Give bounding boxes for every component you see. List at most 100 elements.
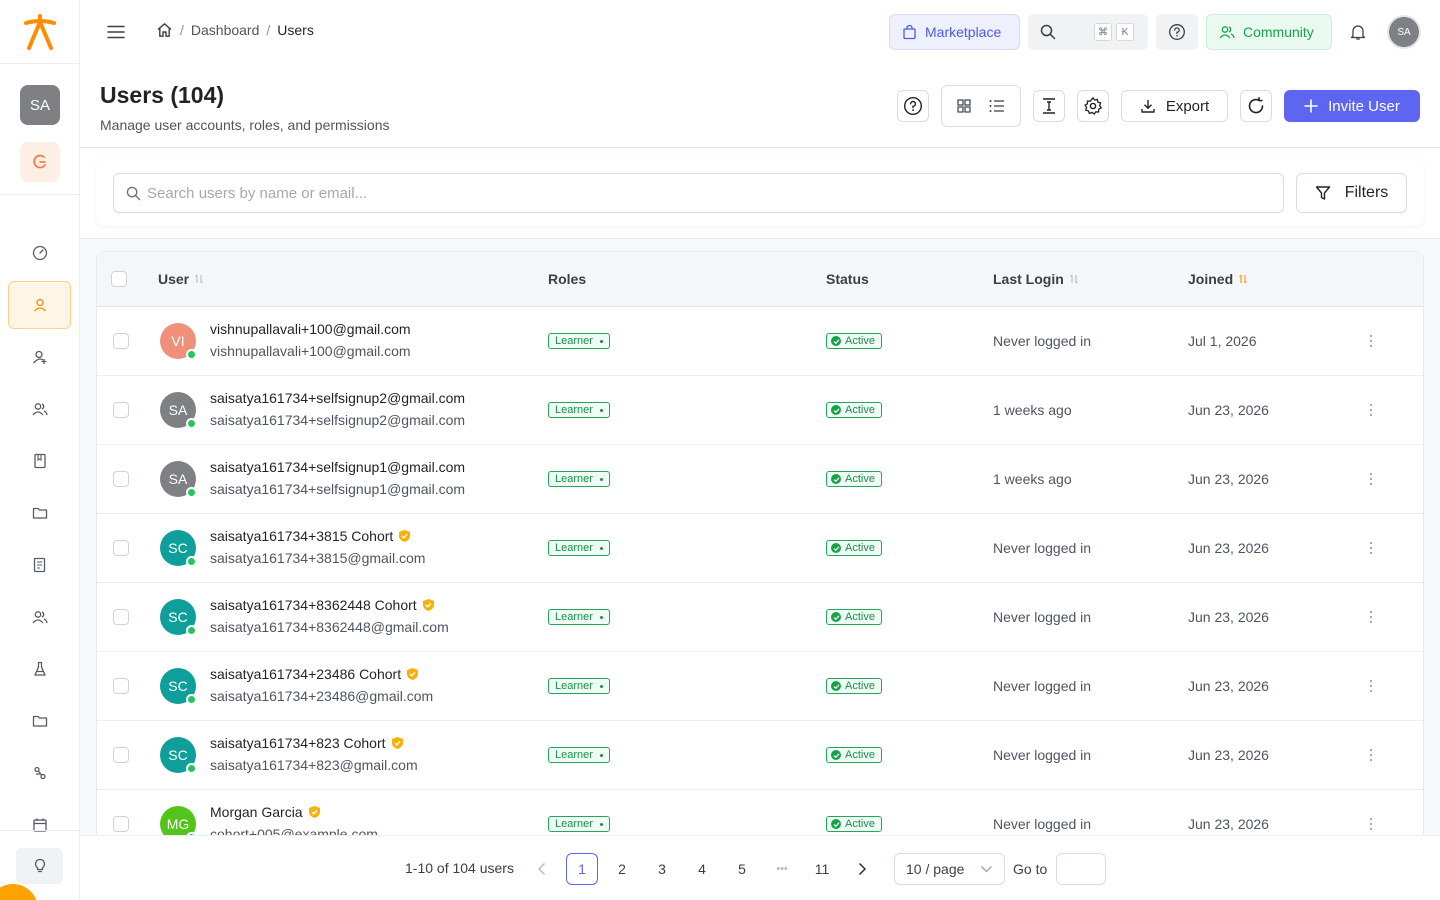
- sidebar-item-integrations[interactable]: [8, 749, 71, 797]
- row-actions-button[interactable]: [1363, 331, 1379, 351]
- sidebar-item-courses[interactable]: [8, 437, 71, 485]
- row-checkbox[interactable]: [113, 540, 129, 556]
- marketplace-button[interactable]: Marketplace: [889, 14, 1020, 50]
- online-indicator: [186, 487, 197, 498]
- invite-user-button[interactable]: Invite User: [1284, 90, 1420, 122]
- row-checkbox[interactable]: [113, 816, 129, 832]
- role-badge[interactable]: Learner: [548, 747, 610, 763]
- sidebar-item-labs[interactable]: [8, 645, 71, 693]
- settings-button[interactable]: [1077, 90, 1109, 122]
- user-name[interactable]: saisatya161734+23486 Cohort: [210, 666, 419, 682]
- sidebar-item-add-user[interactable]: [8, 333, 71, 381]
- row-actions-button[interactable]: [1363, 676, 1379, 696]
- column-joined[interactable]: Joined: [1188, 271, 1248, 287]
- user-name[interactable]: Morgan Garcia: [210, 804, 321, 820]
- role-badge[interactable]: Learner: [548, 402, 610, 418]
- row-checkbox[interactable]: [113, 747, 129, 763]
- sidebar-item-users[interactable]: [8, 281, 71, 329]
- verified-badge-icon: [399, 530, 411, 542]
- column-height-button[interactable]: [1033, 90, 1065, 122]
- row-actions-button[interactable]: [1363, 814, 1379, 834]
- page-ellipsis-button[interactable]: •••: [766, 853, 798, 885]
- global-search-button[interactable]: ⌘ K: [1028, 14, 1148, 50]
- sidebar-item-groups[interactable]: [8, 385, 71, 433]
- book-icon: [33, 453, 46, 469]
- user-name[interactable]: saisatya161734+8362448 Cohort: [210, 597, 435, 613]
- row-checkbox[interactable]: [113, 609, 129, 625]
- role-badge[interactable]: Learner: [548, 678, 610, 694]
- sidebar-item-files[interactable]: [8, 697, 71, 745]
- status-label: Active: [845, 611, 875, 623]
- column-user[interactable]: User: [158, 271, 204, 287]
- search-input[interactable]: [147, 184, 1267, 202]
- sidebar-item-dashboard[interactable]: [8, 229, 71, 277]
- breadcrumb-separator: /: [180, 22, 184, 38]
- page-size-select[interactable]: 10 / page: [894, 853, 1005, 885]
- user-email: saisatya161734+selfsignup2@gmail.com: [210, 412, 466, 428]
- table-row: VI vishnupallavali+100@gmail.com vishnup…: [97, 307, 1423, 376]
- row-actions-button[interactable]: [1363, 400, 1379, 420]
- user-name[interactable]: saisatya161734+3815 Cohort: [210, 528, 411, 544]
- sidebar-item-teams[interactable]: [8, 593, 71, 641]
- check-circle-icon: [831, 750, 841, 760]
- grid-view-button[interactable]: [956, 98, 972, 114]
- page-help-button[interactable]: [897, 90, 929, 122]
- home-icon[interactable]: [156, 22, 173, 38]
- sidebar-item-content[interactable]: [8, 489, 71, 537]
- role-badge[interactable]: Learner: [548, 540, 610, 556]
- user-name[interactable]: saisatya161734+selfsignup1@gmail.com: [210, 459, 465, 475]
- last-login: 1 weeks ago: [993, 471, 1072, 487]
- user-name[interactable]: saisatya161734+selfsignup2@gmail.com: [210, 390, 465, 406]
- flask-icon: [33, 661, 46, 676]
- breadcrumb-dashboard[interactable]: Dashboard: [191, 22, 260, 38]
- assistant-orb[interactable]: [0, 884, 38, 900]
- role-badge[interactable]: Learner: [548, 816, 610, 832]
- prev-page-button[interactable]: [526, 853, 558, 885]
- column-last-login-label: Last Login: [993, 271, 1064, 287]
- row-actions-button[interactable]: [1363, 745, 1379, 765]
- page-3-button[interactable]: 3: [646, 853, 678, 885]
- export-button[interactable]: Export: [1121, 90, 1228, 122]
- page-1-button[interactable]: 1: [566, 853, 598, 885]
- user-name[interactable]: saisatya161734+823 Cohort: [210, 735, 404, 751]
- row-actions-button[interactable]: [1363, 607, 1379, 627]
- notifications-button[interactable]: [1346, 20, 1370, 44]
- sidebar-item-calendar[interactable]: [8, 801, 71, 849]
- community-button[interactable]: Community: [1206, 14, 1332, 50]
- org-switcher-icon[interactable]: [20, 142, 60, 182]
- row-checkbox[interactable]: [113, 678, 129, 694]
- row-checkbox[interactable]: [113, 402, 129, 418]
- next-page-button[interactable]: [846, 853, 878, 885]
- tips-button[interactable]: [16, 848, 63, 884]
- sidebar-avatar[interactable]: SA: [20, 85, 60, 125]
- logo[interactable]: [0, 0, 79, 64]
- select-all-checkbox[interactable]: [111, 271, 127, 287]
- row-actions-button[interactable]: [1363, 538, 1379, 558]
- help-button[interactable]: [1156, 14, 1198, 50]
- page-11-button[interactable]: 11: [806, 853, 838, 885]
- row-actions-button[interactable]: [1363, 469, 1379, 489]
- role-badge[interactable]: Learner: [548, 333, 610, 349]
- role-badge[interactable]: Learner: [548, 609, 610, 625]
- page-5-button[interactable]: 5: [726, 853, 758, 885]
- lightbulb-icon: [34, 858, 45, 873]
- row-checkbox[interactable]: [113, 471, 129, 487]
- menu-toggle-button[interactable]: [104, 20, 128, 44]
- filters-button[interactable]: Filters: [1296, 173, 1407, 213]
- user-name[interactable]: vishnupallavali+100@gmail.com: [210, 321, 411, 337]
- user-name-text: saisatya161734+8362448 Cohort: [210, 597, 417, 613]
- role-badge[interactable]: Learner: [548, 471, 610, 487]
- page-2-button[interactable]: 2: [606, 853, 638, 885]
- goto-page-input[interactable]: [1056, 853, 1106, 885]
- avatar: SC: [160, 530, 197, 567]
- row-checkbox[interactable]: [113, 333, 129, 349]
- refresh-icon: [1248, 97, 1264, 114]
- list-view-button[interactable]: [988, 98, 1006, 114]
- sidebar-item-reports[interactable]: [8, 541, 71, 589]
- page-4-button[interactable]: 4: [686, 853, 718, 885]
- user-avatar[interactable]: SA: [1389, 17, 1419, 47]
- pagination-total: 1-10 of 104 users: [405, 860, 514, 876]
- download-icon: [1141, 100, 1155, 113]
- refresh-button[interactable]: [1240, 90, 1272, 122]
- column-last-login[interactable]: Last Login: [993, 271, 1079, 287]
